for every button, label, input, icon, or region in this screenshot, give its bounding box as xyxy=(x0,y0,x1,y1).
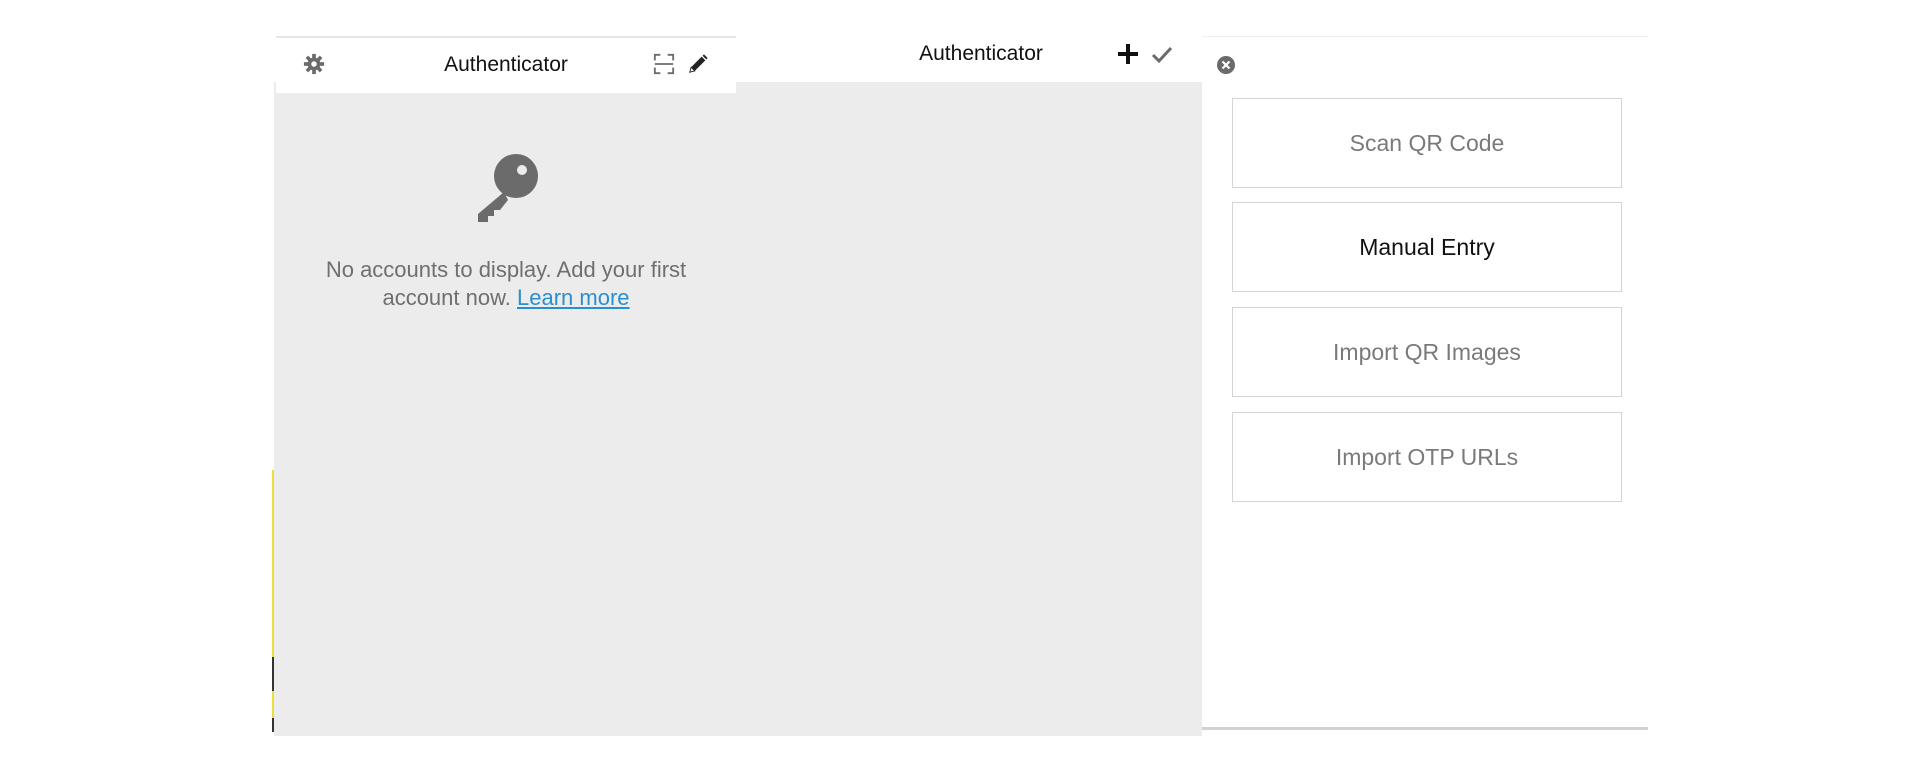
plus-icon[interactable] xyxy=(1114,40,1142,68)
screen: Authenticator No accounts to display. Ad… xyxy=(0,0,1920,771)
second-window-header: Authenticator xyxy=(736,36,1202,82)
pencil-icon[interactable] xyxy=(686,51,710,77)
check-icon[interactable] xyxy=(1148,41,1176,69)
popup-header: Authenticator xyxy=(276,36,736,93)
scan-qr-code-button[interactable]: Scan QR Code xyxy=(1232,98,1622,188)
manual-entry-button[interactable]: Manual Entry xyxy=(1232,202,1622,292)
import-otp-urls-button[interactable]: Import OTP URLs xyxy=(1232,412,1622,502)
learn-more-link[interactable]: Learn more xyxy=(517,285,630,310)
empty-message: No accounts to display. Add your first a… xyxy=(276,256,736,312)
key-icon xyxy=(478,154,538,222)
empty-state: No accounts to display. Add your first a… xyxy=(276,148,736,312)
add-account-panel: Scan QR Code Manual Entry Import QR Imag… xyxy=(1202,36,1648,730)
import-qr-images-button[interactable]: Import QR Images xyxy=(1232,307,1622,397)
scan-icon[interactable] xyxy=(652,52,676,76)
empty-message-text: No accounts to display. Add your first a… xyxy=(325,257,687,310)
close-circle-icon[interactable] xyxy=(1216,55,1238,77)
